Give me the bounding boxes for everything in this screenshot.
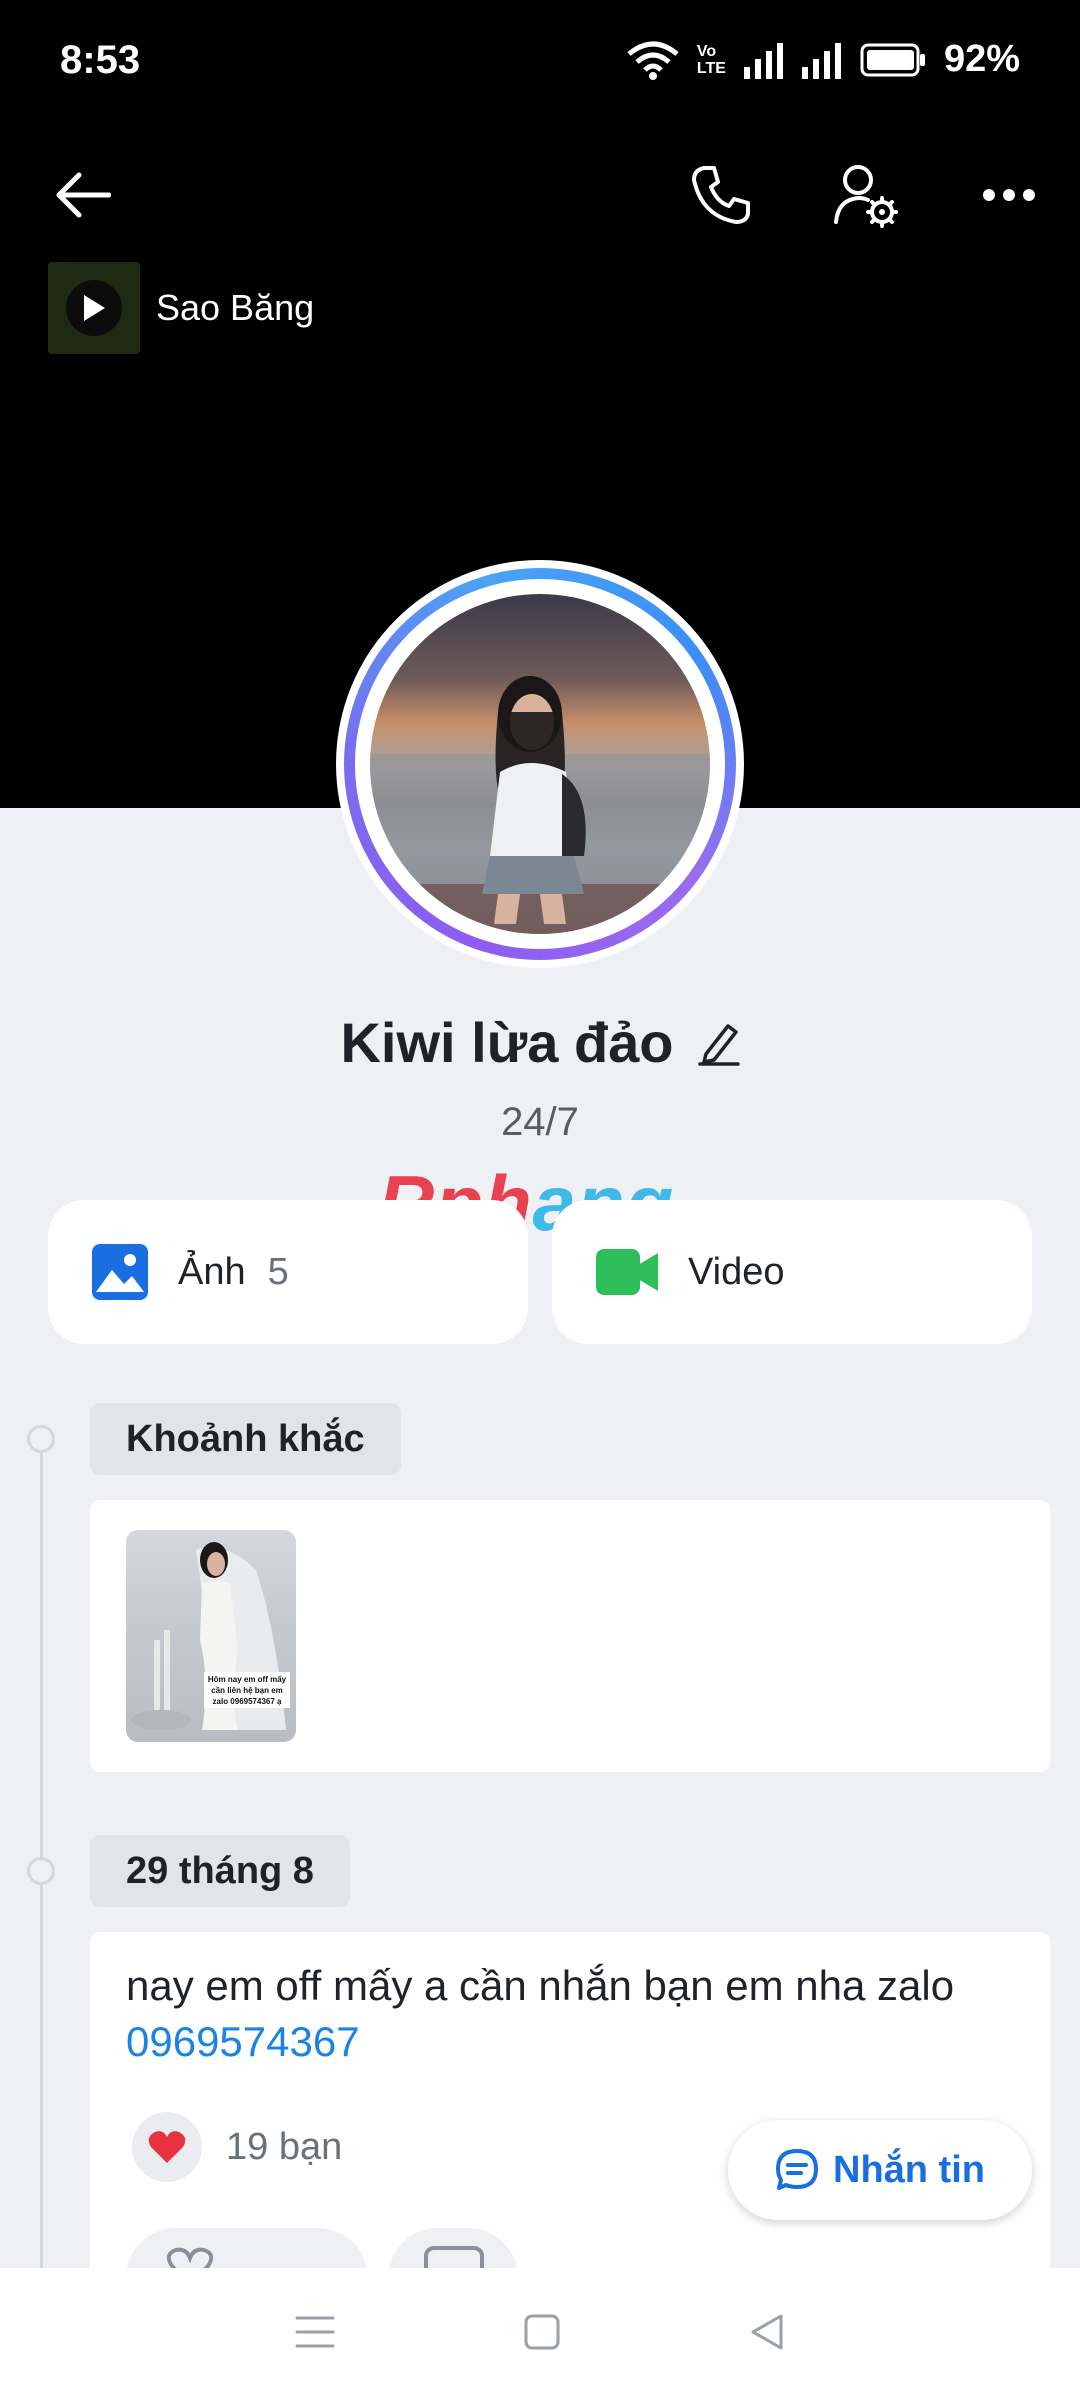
photos-card[interactable]: Ảnh 5 <box>48 1200 528 1344</box>
heart-icon <box>148 2131 186 2163</box>
more-button[interactable] <box>964 150 1054 240</box>
avatar-figure <box>370 676 710 934</box>
avatar-gap <box>355 579 725 949</box>
avatar-story-ring <box>344 568 736 960</box>
music-play-button[interactable] <box>48 262 140 354</box>
timeline-dot <box>27 1425 55 1453</box>
videos-card[interactable]: Video <box>552 1200 1032 1344</box>
moment-caption-line: Hôm nay em off mấy <box>207 1675 287 1684</box>
system-navigation-bar <box>0 2268 1080 2400</box>
moments-panel: Hôm nay em off mấy cần liên hệ bạn em za… <box>90 1500 1050 1772</box>
battery-icon <box>860 43 925 76</box>
moment-caption-line: cần liên hệ bạn em <box>211 1686 283 1695</box>
profile-name: Kiwi lừa đảo <box>340 1011 674 1074</box>
pencil-icon <box>697 1023 740 1066</box>
phone-icon <box>692 166 750 224</box>
date-tag: 29 tháng 8 <box>90 1835 350 1907</box>
menu-lines-icon <box>295 2316 335 2347</box>
post-body: nay em off mấy a cần nhắn bạn em nha zal… <box>126 1962 955 2009</box>
moment-caption-line: zalo 0969574367 ạ <box>212 1697 282 1706</box>
signal-icon-2 <box>801 42 841 79</box>
post-phone-link[interactable]: 0969574367 <box>126 2014 1026 2070</box>
volte-icon: Vo LTE <box>697 43 726 77</box>
message-button-label: Nhắn tin <box>833 2148 985 2191</box>
message-button[interactable]: Nhắn tin <box>728 2120 1032 2220</box>
avatar[interactable] <box>336 560 744 968</box>
more-horizontal-icon <box>983 189 1035 201</box>
back-button[interactable] <box>38 150 128 240</box>
reaction-summary[interactable]: 19 bạn <box>132 2112 342 2182</box>
play-icon <box>84 295 105 321</box>
status-time: 8:53 <box>60 38 141 82</box>
photos-label: Ảnh <box>178 1250 246 1293</box>
recent-apps-button[interactable] <box>295 2314 335 2355</box>
video-icon <box>596 1249 658 1295</box>
timeline-dot <box>27 1857 55 1885</box>
avatar-photo <box>370 594 710 934</box>
wifi-icon <box>627 41 679 80</box>
moment-thumbnail[interactable]: Hôm nay em off mấy cần liên hệ bạn em za… <box>126 1530 296 1742</box>
photo-icon <box>92 1244 148 1300</box>
edit-name-button[interactable] <box>697 1020 740 1066</box>
volte-bottom-label: LTE <box>696 59 726 77</box>
home-button[interactable] <box>524 2314 560 2355</box>
system-back-button[interactable] <box>749 2313 785 2356</box>
profile-settings-button[interactable] <box>820 150 910 240</box>
music-title: Sao Băng <box>156 287 315 328</box>
reaction-count: 19 bạn <box>226 2125 343 2168</box>
battery-percent: 92% <box>943 38 1020 80</box>
profile-status: 24/7 <box>501 1100 579 1144</box>
videos-label: Video <box>688 1250 785 1293</box>
photos-count: 5 <box>267 1250 289 1293</box>
profile-music[interactable]: Sao Băng <box>48 262 314 354</box>
arrow-left-icon <box>56 172 111 218</box>
triangle-back-icon <box>751 2314 783 2349</box>
profile-name-row: Kiwi lừa đảo <box>0 1010 1080 1075</box>
call-button[interactable] <box>676 150 766 240</box>
play-icon-circle <box>66 280 122 336</box>
status-icons: Vo LTE 92% <box>627 38 1020 81</box>
moment-image <box>131 1542 290 1730</box>
status-bar: 8:53 Vo LTE 92% <box>0 0 1080 120</box>
volte-top-label: Vo <box>696 42 717 60</box>
chat-bubble-icon <box>776 2149 818 2190</box>
moments-tag: Khoảnh khắc <box>90 1403 401 1475</box>
post-text: nay em off mấy a cần nhắn bạn em nha zal… <box>126 1958 1026 2070</box>
heart-reaction-icon <box>132 2112 202 2182</box>
square-icon <box>524 2314 560 2349</box>
moment-caption: Hôm nay em off mấy cần liên hệ bạn em za… <box>206 1674 288 1707</box>
user-gear-icon <box>834 165 898 228</box>
top-bar <box>0 150 1080 250</box>
signal-icon-1 <box>743 42 783 79</box>
